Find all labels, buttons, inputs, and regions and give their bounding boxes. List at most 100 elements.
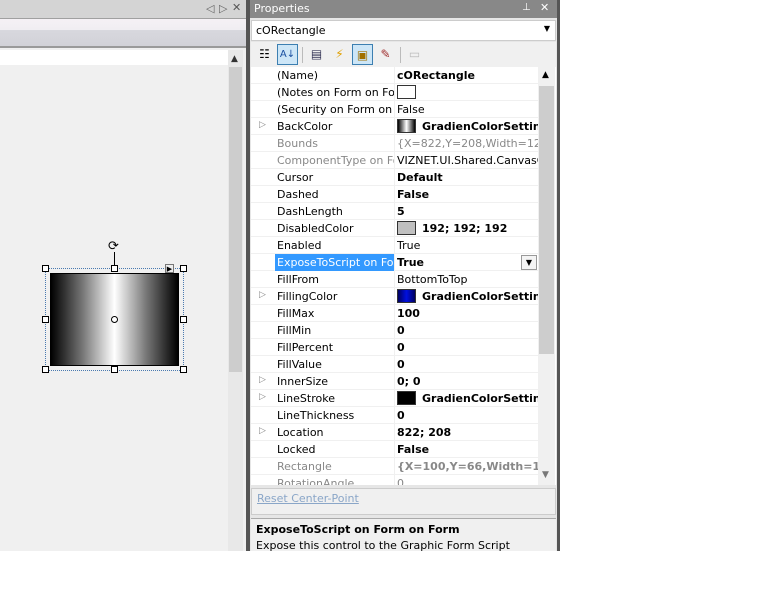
resize-handle[interactable] xyxy=(180,316,187,323)
property-value-text: cORectangle xyxy=(397,69,475,82)
property-row[interactable]: (Security on Form on ForFalse xyxy=(251,101,538,118)
property-name: Locked xyxy=(275,441,395,458)
property-value[interactable]: Default xyxy=(397,169,538,186)
categorized-icon[interactable]: ☷ xyxy=(254,44,275,65)
property-value[interactable]: cORectangle xyxy=(397,67,538,84)
property-row[interactable]: ComponentType on FormVIZNET.UI.Shared.Ca… xyxy=(251,152,538,169)
resize-handle[interactable] xyxy=(42,366,49,373)
property-value[interactable]: False xyxy=(397,101,538,118)
scroll-up-icon[interactable]: ▲ xyxy=(231,54,238,64)
resize-handle[interactable] xyxy=(180,265,187,272)
property-value[interactable]: True xyxy=(397,237,538,254)
pin-icon[interactable]: ⊥ xyxy=(522,2,531,13)
property-row[interactable]: ExposeToScript on FormTrue ▼ xyxy=(251,254,538,271)
property-value[interactable]: 192; 192; 192 xyxy=(397,220,538,237)
close-icon[interactable]: ✕ xyxy=(540,1,549,14)
property-row[interactable]: Locked False xyxy=(251,441,538,458)
property-value-text: GradienColorSetting xyxy=(422,120,538,133)
property-row[interactable]: Bounds{X=822,Y=208,Width=128,H xyxy=(251,135,538,152)
property-row[interactable]: Enabled True xyxy=(251,237,538,254)
property-value[interactable]: False xyxy=(397,186,538,203)
resize-handle[interactable] xyxy=(42,265,49,272)
events-icon[interactable]: ⚡ xyxy=(329,44,350,65)
property-row[interactable]: RotationAngle 0 xyxy=(251,475,538,485)
property-name: Dashed xyxy=(275,186,395,203)
property-row[interactable]: FillMax 100 xyxy=(251,305,538,322)
property-row[interactable]: FillFrom BottomToTop xyxy=(251,271,538,288)
property-value[interactable]: 0 xyxy=(397,475,538,485)
nav-prev-icon[interactable]: ◁ xyxy=(206,2,214,15)
property-value[interactable]: GradienColorSetting xyxy=(397,118,538,135)
property-row[interactable]: DashLength 5 xyxy=(251,203,538,220)
property-value[interactable] xyxy=(397,84,538,101)
property-value[interactable]: 0 xyxy=(397,356,538,373)
nav-next-icon[interactable]: ▷ xyxy=(219,2,227,15)
property-name: FillMin xyxy=(275,322,395,339)
property-row[interactable]: FillMin 0 xyxy=(251,322,538,339)
expand-icon[interactable]: ▷ xyxy=(259,290,266,300)
property-row[interactable]: (Notes on Form on Form xyxy=(251,84,538,101)
property-value[interactable]: 822; 208 xyxy=(397,424,538,441)
expand-icon[interactable]: ▷ xyxy=(259,392,266,402)
property-row[interactable]: ▷ InnerSize 0; 0 xyxy=(251,373,538,390)
resize-handle[interactable] xyxy=(42,316,49,323)
property-pages-icon[interactable]: ▭ xyxy=(404,44,425,65)
center-point-handle[interactable] xyxy=(111,316,118,323)
reset-center-point-link[interactable]: Reset Center-Point xyxy=(257,492,359,505)
property-row[interactable]: Cursor Default xyxy=(251,169,538,186)
smart-tag-icon[interactable]: ▶ xyxy=(165,264,174,273)
edit-icon[interactable]: ✎ xyxy=(375,44,396,65)
property-value-text: GradienColorSetting xyxy=(422,290,538,303)
property-row[interactable]: FillValue 0 xyxy=(251,356,538,373)
property-value-text: 5 xyxy=(397,205,405,218)
property-value[interactable]: BottomToTop xyxy=(397,271,538,288)
property-value[interactable]: GradienColorSetting xyxy=(397,288,538,305)
property-value[interactable]: 0 xyxy=(397,339,538,356)
designer-scroll-thumb[interactable] xyxy=(229,67,242,372)
property-value[interactable]: 100 xyxy=(397,305,538,322)
expand-icon[interactable]: ▷ xyxy=(259,426,266,436)
property-row[interactable]: FillPercent 0 xyxy=(251,339,538,356)
property-row[interactable]: ▷ LineStroke GradienColorSetting xyxy=(251,390,538,407)
property-value-text: 0 xyxy=(397,358,405,371)
dropdown-arrow-icon[interactable]: ▼ xyxy=(544,24,550,33)
commands-pane: Reset Center-Point xyxy=(251,488,556,515)
property-value[interactable]: False xyxy=(397,441,538,458)
property-row[interactable]: LineThickness 0 xyxy=(251,407,538,424)
property-row[interactable]: ▷ BackColor GradienColorSetting xyxy=(251,118,538,135)
expand-icon[interactable]: ▷ xyxy=(259,375,266,385)
property-value[interactable]: 0 xyxy=(397,322,538,339)
property-value[interactable]: True xyxy=(397,254,538,271)
property-value[interactable]: {X=822,Y=208,Width=128,H xyxy=(397,135,538,152)
property-value[interactable]: {X=100,Y=66,Width=128 xyxy=(397,458,538,475)
property-value-text: GradienColorSetting xyxy=(422,392,538,405)
object-selector[interactable]: cORectangle ▼ xyxy=(251,20,556,41)
scroll-up-icon[interactable]: ▲ xyxy=(542,70,549,80)
object-selector-value: cORectangle xyxy=(256,24,326,37)
properties-icon[interactable]: ▤ xyxy=(306,44,327,65)
property-value[interactable]: 5 xyxy=(397,203,538,220)
property-value[interactable]: 0; 0 xyxy=(397,373,538,390)
expand-icon[interactable]: ▷ xyxy=(259,120,266,130)
resize-handle[interactable] xyxy=(180,366,187,373)
property-row[interactable]: ▷ Location 822; 208 xyxy=(251,424,538,441)
property-row[interactable]: DisabledColor 192; 192; 192 xyxy=(251,220,538,237)
property-name: Cursor xyxy=(275,169,395,186)
dropdown-button[interactable]: ▼ xyxy=(521,255,537,270)
property-row[interactable]: Dashed False xyxy=(251,186,538,203)
property-value-text: 100 xyxy=(397,307,420,320)
close-icon[interactable]: ✕ xyxy=(232,1,241,14)
property-name: RotationAngle xyxy=(275,475,395,485)
property-value[interactable]: VIZNET.UI.Shared.CanvasCo xyxy=(397,152,538,169)
property-grid-scroll-thumb[interactable] xyxy=(539,86,554,354)
scroll-down-icon[interactable]: ▼ xyxy=(542,470,549,480)
resize-handle[interactable] xyxy=(111,366,118,373)
property-row[interactable]: ▷ FillingColor GradienColorSetting xyxy=(251,288,538,305)
property-row[interactable]: (Name) cORectangle xyxy=(251,67,538,84)
resize-handle[interactable] xyxy=(111,265,118,272)
alphabetical-icon[interactable]: A↓ xyxy=(277,44,298,65)
property-value[interactable]: GradienColorSetting xyxy=(397,390,538,407)
property-row[interactable]: Rectangle{X=100,Y=66,Width=128 xyxy=(251,458,538,475)
custom-view-icon[interactable]: ▣ xyxy=(352,44,373,65)
property-value[interactable]: 0 xyxy=(397,407,538,424)
